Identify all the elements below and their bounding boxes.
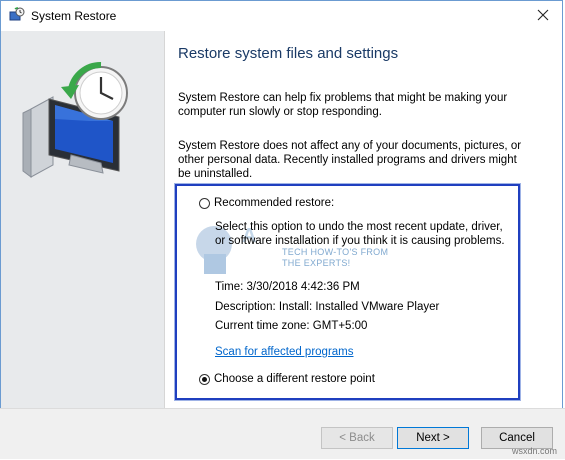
button-bar: < Back Next > Cancel: [0, 408, 565, 459]
scan-affected-programs-link[interactable]: Scan for affected programs: [215, 346, 354, 358]
different-restore-point-option[interactable]: Choose a different restore point: [199, 373, 375, 385]
restore-computer-illustration: [22, 61, 128, 178]
recommended-restore-description: Select this option to undo the most rece…: [215, 221, 505, 247]
next-button[interactable]: Next >: [397, 427, 469, 449]
watermark-text-2: THE EXPERTS!: [282, 258, 351, 268]
title-bar: System Restore: [1, 1, 562, 31]
different-restore-point-label: Choose a different restore point: [214, 373, 375, 385]
restore-timezone: Current time zone: GMT+5:00: [215, 320, 368, 332]
window-title: System Restore: [31, 9, 117, 23]
watermark-text-1: TECH HOW-TO'S FROM: [282, 247, 389, 257]
recommended-restore-label: Recommended restore:: [214, 197, 335, 209]
left-illustration-pane: [1, 31, 165, 409]
close-icon: [537, 9, 549, 21]
intro-paragraph: System Restore can help fix problems tha…: [178, 92, 508, 118]
page-title: Restore system files and settings: [178, 45, 399, 62]
source-watermark: wsxdn.com: [511, 446, 557, 456]
restore-description: Description: Install: Installed VMware P…: [215, 301, 440, 313]
different-restore-point-radio[interactable]: [199, 373, 210, 385]
system-restore-icon: [9, 7, 25, 21]
back-button[interactable]: < Back: [321, 427, 393, 449]
close-button[interactable]: [530, 4, 556, 26]
recommended-restore-radio[interactable]: [199, 197, 210, 209]
restore-time: Time: 3/30/2018 4:42:36 PM: [215, 281, 360, 293]
recommended-restore-option[interactable]: Recommended restore:: [199, 197, 334, 209]
info-paragraph: System Restore does not affect any of yo…: [178, 140, 522, 180]
